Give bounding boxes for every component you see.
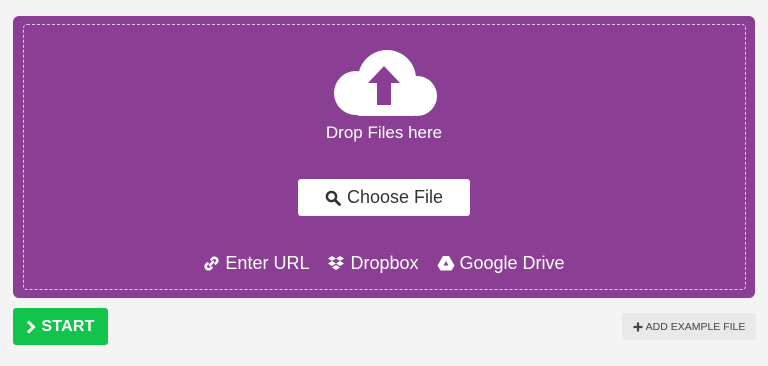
search-icon [325, 190, 341, 206]
plus-icon [633, 322, 643, 331]
start-label: START [41, 317, 95, 335]
enter-url-link[interactable]: Enter URL [203, 252, 309, 274]
dropbox-label: Dropbox [350, 253, 419, 273]
enter-url-label: Enter URL [225, 253, 310, 273]
drop-files-label: Drop Files here [325, 123, 443, 142]
google-drive-link[interactable]: Google Drive [437, 252, 565, 274]
file-dropzone[interactable]: Drop Files here Choose File Enter URL Dr… [13, 16, 755, 298]
choose-file-label: Choose File [346, 187, 444, 207]
dropbox-link[interactable]: Dropbox [327, 252, 419, 274]
start-button[interactable]: START [13, 308, 108, 345]
add-example-file-button[interactable]: ADD EXAMPLE FILE [622, 313, 756, 340]
cloud-upload-icon [334, 50, 437, 116]
add-example-file-label: ADD EXAMPLE FILE [645, 320, 746, 333]
google-drive-label: Google Drive [459, 253, 565, 273]
dropbox-icon [328, 255, 345, 270]
google-drive-icon [437, 256, 455, 271]
chevron-right-icon [27, 319, 37, 334]
upload-sources: Enter URL Dropbox Google Drive [13, 252, 755, 274]
choose-file-button[interactable]: Choose File [298, 179, 470, 216]
link-icon [204, 255, 219, 271]
